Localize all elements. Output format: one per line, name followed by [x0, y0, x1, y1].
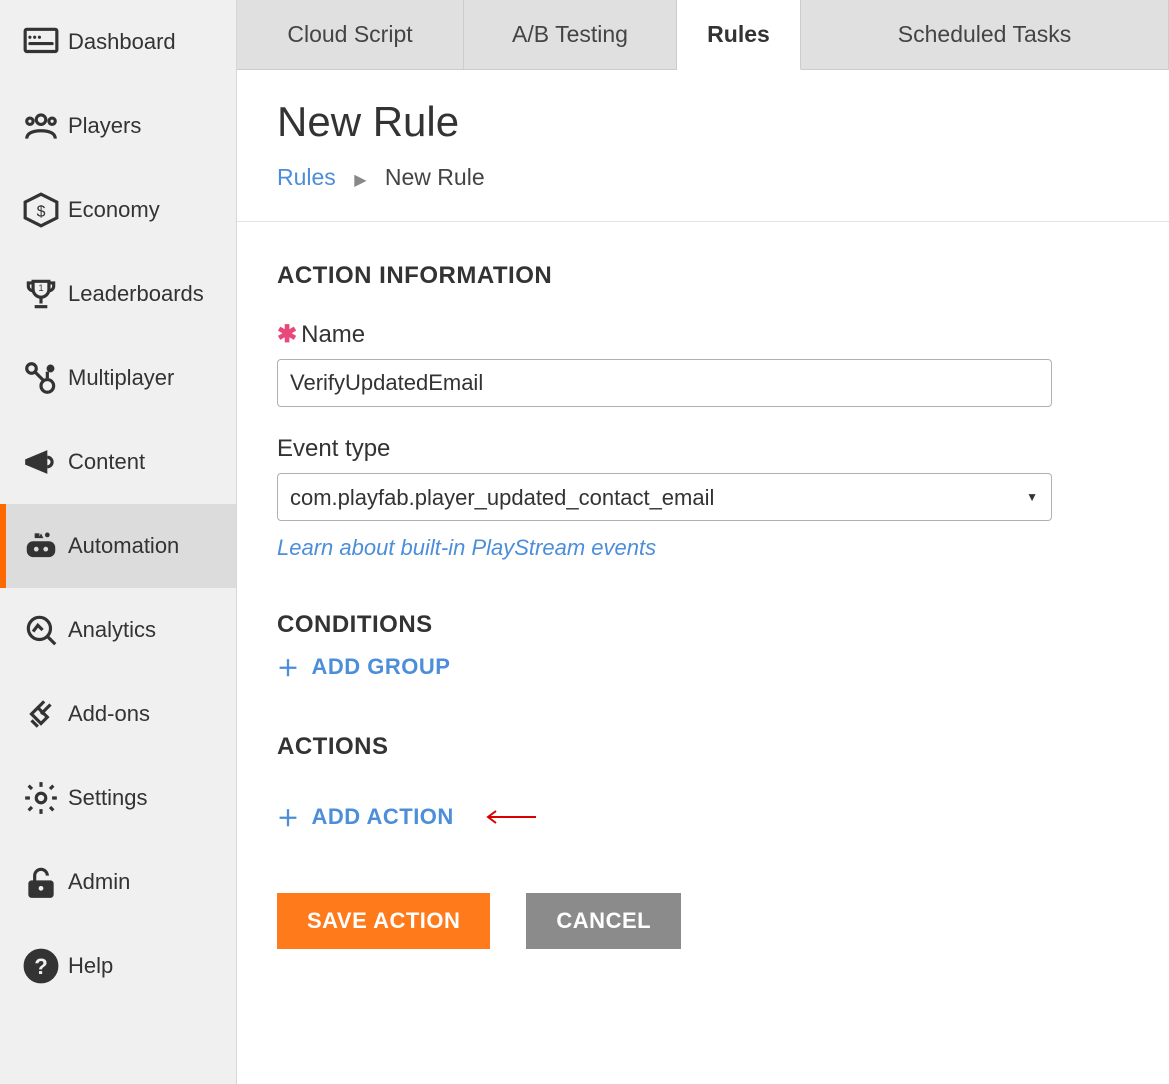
tab-scheduled-tasks[interactable]: Scheduled Tasks — [801, 0, 1169, 70]
event-type-select[interactable]: com.playfab.player_updated_contact_email — [277, 473, 1052, 521]
sidebar-item-label: Economy — [68, 197, 160, 223]
sidebar-item-leaderboards[interactable]: 1 Leaderboards — [0, 252, 236, 336]
sidebar-item-multiplayer[interactable]: Multiplayer — [0, 336, 236, 420]
trophy-icon: 1 — [14, 275, 68, 313]
sidebar-item-content[interactable]: Content — [0, 420, 236, 504]
save-action-button[interactable]: SAVE ACTION — [277, 893, 490, 949]
content: New Rule Rules ▶ New Rule ACTION INFORMA… — [237, 70, 1169, 1084]
svg-text:?: ? — [34, 954, 48, 979]
plug-icon — [14, 695, 68, 733]
button-row: SAVE ACTION CANCEL — [277, 893, 1129, 949]
sidebar-item-label: Content — [68, 449, 145, 475]
tab-cloud-script[interactable]: Cloud Script — [237, 0, 464, 70]
sidebar-item-label: Settings — [68, 785, 148, 811]
breadcrumb: Rules ▶ New Rule — [277, 164, 1129, 191]
players-icon — [14, 107, 68, 145]
help-icon: ? — [14, 947, 68, 985]
sidebar-item-label: Analytics — [68, 617, 156, 643]
sidebar: Dashboard Players $ Economy 1 Leaderboar… — [0, 0, 237, 1084]
arrow-annotation-icon — [482, 808, 538, 826]
sidebar-item-label: Players — [68, 113, 141, 139]
lock-open-icon — [14, 863, 68, 901]
svg-text:1: 1 — [38, 283, 43, 294]
economy-icon: $ — [14, 191, 68, 229]
add-action-button[interactable]: ＋ ADD ACTION — [277, 801, 454, 833]
page-title: New Rule — [277, 98, 1129, 146]
sidebar-item-label: Leaderboards — [68, 281, 204, 307]
chevron-right-icon: ▶ — [354, 172, 366, 189]
plus-icon: ＋ — [277, 651, 300, 683]
breadcrumb-current: New Rule — [385, 164, 485, 190]
name-label: ✱ Name — [277, 320, 1129, 349]
robot-icon — [14, 527, 68, 565]
tab-ab-testing[interactable]: A/B Testing — [464, 0, 677, 70]
name-field: ✱ Name — [277, 320, 1129, 407]
divider — [237, 221, 1169, 222]
section-action-information: ACTION INFORMATION — [277, 262, 1129, 290]
sidebar-item-label: Multiplayer — [68, 365, 174, 391]
learn-playstream-link[interactable]: Learn about built-in PlayStream events — [277, 535, 656, 561]
sidebar-item-players[interactable]: Players — [0, 84, 236, 168]
sidebar-item-analytics[interactable]: Analytics — [0, 588, 236, 672]
event-type-label: Event type — [277, 435, 1129, 463]
required-star-icon: ✱ — [277, 320, 297, 349]
gear-icon — [14, 779, 68, 817]
megaphone-icon — [14, 443, 68, 481]
section-actions: ACTIONS — [277, 733, 1129, 761]
sidebar-item-automation[interactable]: Automation — [0, 504, 236, 588]
dashboard-icon — [14, 23, 68, 61]
sidebar-item-label: Admin — [68, 869, 130, 895]
cancel-button[interactable]: CANCEL — [526, 893, 681, 949]
name-input[interactable] — [277, 359, 1052, 407]
event-type-field: Event type com.playfab.player_updated_co… — [277, 435, 1129, 561]
sidebar-item-label: Automation — [68, 533, 179, 559]
sidebar-item-admin[interactable]: Admin — [0, 840, 236, 924]
sidebar-item-label: Add-ons — [68, 701, 150, 727]
multiplayer-icon — [14, 359, 68, 397]
plus-icon: ＋ — [277, 801, 300, 833]
sidebar-item-label: Dashboard — [68, 29, 176, 55]
breadcrumb-root-link[interactable]: Rules — [277, 164, 336, 190]
sidebar-item-economy[interactable]: $ Economy — [0, 168, 236, 252]
svg-text:$: $ — [37, 203, 46, 220]
sidebar-item-addons[interactable]: Add-ons — [0, 672, 236, 756]
sidebar-item-settings[interactable]: Settings — [0, 756, 236, 840]
tab-rules[interactable]: Rules — [677, 0, 801, 70]
add-group-button[interactable]: ＋ ADD GROUP — [277, 651, 450, 683]
sidebar-item-help[interactable]: ? Help — [0, 924, 236, 1008]
main-area: Cloud Script A/B Testing Rules Scheduled… — [237, 0, 1169, 1084]
sidebar-item-dashboard[interactable]: Dashboard — [0, 0, 236, 84]
section-conditions: CONDITIONS — [277, 611, 1129, 639]
sidebar-item-label: Help — [68, 953, 113, 979]
analytics-icon — [14, 611, 68, 649]
tabs: Cloud Script A/B Testing Rules Scheduled… — [237, 0, 1169, 70]
